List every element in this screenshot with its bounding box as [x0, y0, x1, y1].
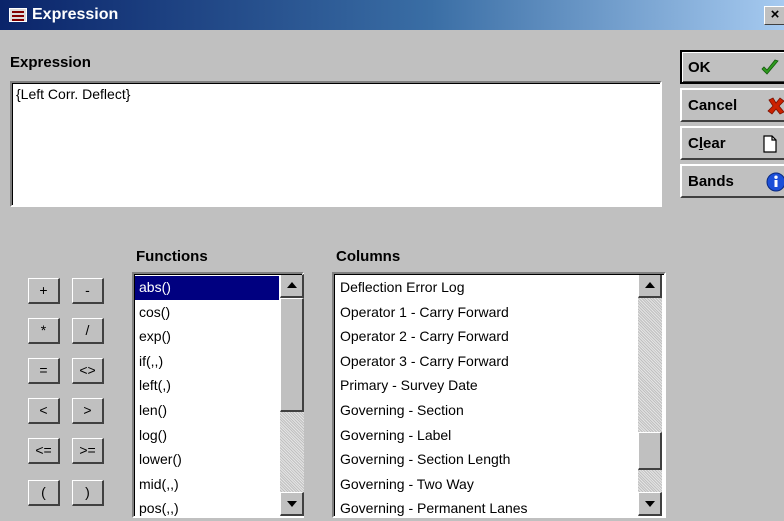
columns-item[interactable]: Governing - Section Length — [336, 448, 636, 472]
multiply-button[interactable]: * — [28, 318, 60, 344]
columns-scroll-thumb[interactable] — [638, 432, 662, 470]
ok-label: OK — [688, 59, 711, 76]
arrow-down-icon — [287, 501, 297, 507]
less-equal-button[interactable]: <= — [28, 438, 60, 464]
clear-button[interactable]: Clear — [680, 126, 784, 160]
columns-item[interactable]: Operator 1 - Carry Forward — [336, 301, 636, 325]
columns-item[interactable]: Operator 2 - Carry Forward — [336, 325, 636, 349]
window-title: Expression — [32, 6, 119, 23]
expression-textarea[interactable]: {Left Corr. Deflect} — [10, 81, 662, 207]
expression-label: Expression — [10, 54, 91, 71]
columns-item[interactable]: Primary - Survey Date — [336, 374, 636, 398]
functions-item[interactable]: log() — [135, 424, 279, 448]
bands-button[interactable]: Bands — [680, 164, 784, 198]
functions-scroll-thumb[interactable] — [280, 298, 304, 412]
columns-item[interactable]: Governing - Section — [336, 399, 636, 423]
columns-item[interactable]: Operator 3 - Carry Forward — [336, 350, 636, 374]
red-x-icon — [767, 97, 784, 115]
greater-equal-button[interactable]: >= — [72, 438, 104, 464]
title-bar[interactable]: Expression × — [0, 0, 784, 30]
columns-scroll-down-button[interactable] — [638, 492, 662, 516]
expression-text: {Left Corr. Deflect} — [16, 86, 131, 102]
plus-button[interactable]: + — [28, 278, 60, 304]
functions-scroll-up-button[interactable] — [280, 274, 304, 298]
functions-item[interactable]: pos(,,) — [135, 497, 279, 521]
blank-document-icon — [763, 135, 777, 153]
functions-item[interactable]: if(,,) — [135, 350, 279, 374]
functions-scroll-down-button[interactable] — [280, 492, 304, 516]
open-paren-button[interactable]: ( — [28, 480, 60, 506]
functions-listbox[interactable]: abs() cos() exp() if(,,) left(,) len() log() lo… — [132, 272, 304, 518]
checkmark-icon — [761, 59, 779, 75]
arrow-up-icon — [287, 282, 297, 288]
functions-item[interactable]: len() — [135, 399, 279, 423]
close-paren-button[interactable]: ) — [72, 480, 104, 506]
divide-button[interactable]: / — [72, 318, 104, 344]
columns-scrollbar[interactable] — [638, 274, 662, 516]
functions-item[interactable]: exp() — [135, 325, 279, 349]
equals-button[interactable]: = — [28, 358, 60, 384]
info-icon — [766, 172, 784, 192]
functions-item[interactable]: mid(,,) — [135, 473, 279, 497]
functions-item[interactable]: lower() — [135, 448, 279, 472]
close-button[interactable]: × — [764, 6, 784, 25]
columns-listbox[interactable]: Deflection Error Log Operator 1 - Carry F… — [332, 272, 666, 518]
bands-label: Bands — [688, 173, 734, 190]
functions-item[interactable]: cos() — [135, 301, 279, 325]
columns-item[interactable]: Deflection Error Log — [336, 276, 636, 300]
app-table-icon — [9, 8, 27, 22]
cancel-label: Cancel — [688, 97, 738, 114]
columns-scroll-up-button[interactable] — [638, 274, 662, 298]
columns-item[interactable]: Governing - Permanent Lanes — [336, 497, 636, 521]
columns-label: Columns — [336, 248, 401, 265]
columns-item[interactable]: Governing - Label — [336, 424, 636, 448]
arrow-up-icon — [645, 282, 655, 288]
functions-item[interactable]: left(,) — [135, 374, 279, 398]
clear-label: Clear — [688, 135, 726, 152]
functions-scrollbar[interactable] — [280, 274, 304, 516]
cancel-button[interactable]: Cancel — [680, 88, 784, 122]
functions-label: Functions — [136, 248, 208, 265]
arrow-down-icon — [645, 501, 655, 507]
minus-button[interactable]: - — [72, 278, 104, 304]
functions-item[interactable]: abs() — [135, 276, 279, 300]
columns-item[interactable]: Governing - Two Way — [336, 473, 636, 497]
not-equals-button[interactable]: <> — [72, 358, 104, 384]
less-than-button[interactable]: < — [28, 398, 60, 424]
greater-than-button[interactable]: > — [72, 398, 104, 424]
ok-button[interactable]: OK — [680, 50, 784, 84]
